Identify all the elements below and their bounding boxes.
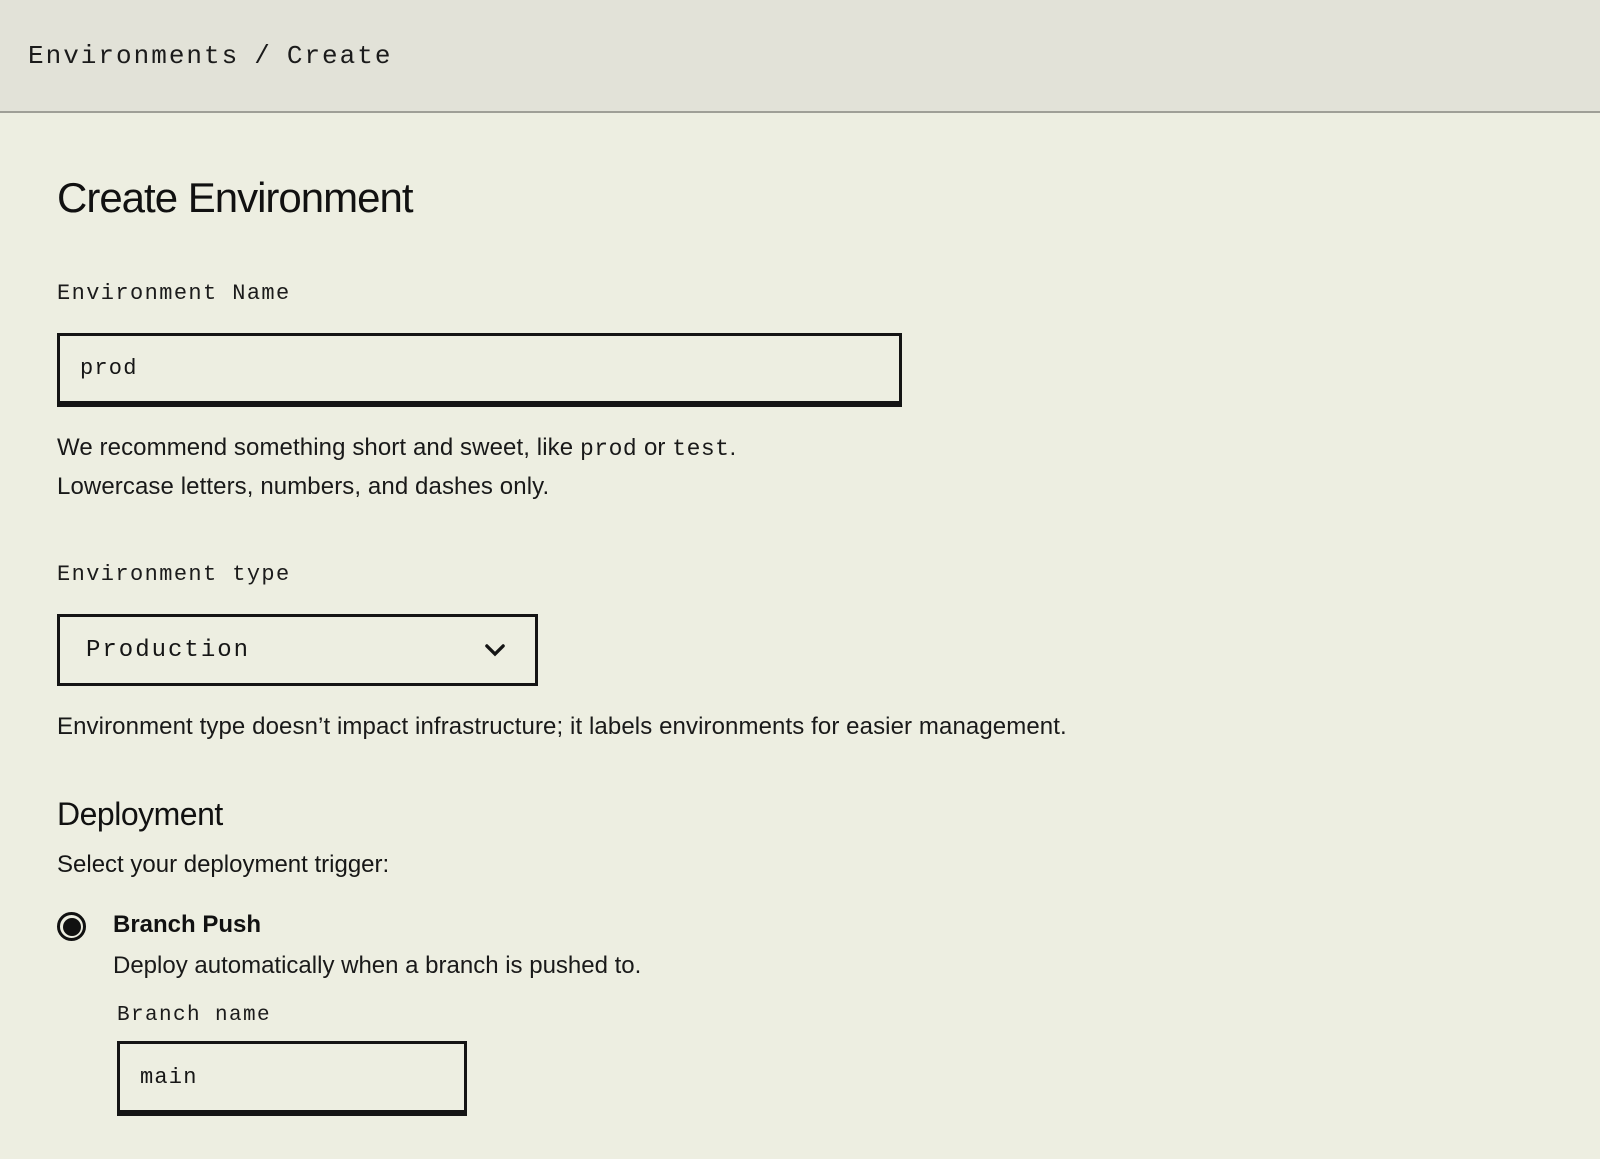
environment-type-field: Environment type Production Environment … (57, 562, 1543, 746)
branch-push-label[interactable]: Branch Push (113, 910, 641, 940)
environment-type-label: Environment type (57, 562, 1543, 588)
branch-push-option-text: Branch Push Deploy automatically when a … (113, 910, 641, 983)
branch-name-label: Branch name (117, 1003, 1543, 1029)
deployment-section: Deployment Select your deployment trigge… (57, 796, 1543, 1116)
deployment-title: Deployment (57, 796, 1543, 832)
environment-name-help: We recommend something short and sweet, … (57, 429, 1257, 506)
branch-name-input[interactable] (117, 1041, 467, 1116)
branch-push-description: Deploy automatically when a branch is pu… (113, 949, 641, 983)
chevron-down-icon (481, 636, 509, 664)
help-text-or: or (637, 434, 672, 461)
environment-name-input[interactable] (57, 333, 902, 407)
deployment-option-branch-push: Branch Push Deploy automatically when a … (57, 910, 1543, 983)
create-environment-form: Create Environment Environment Name We r… (0, 113, 1600, 1116)
environment-type-selected-value: Production (86, 637, 250, 664)
help-text: We recommend something short and sweet, … (57, 434, 580, 461)
help-text-period: . (729, 434, 736, 461)
breadcrumb-separator: / (254, 41, 272, 71)
breadcrumb: Environments / Create (28, 41, 392, 71)
environment-name-help-line2: Lowercase letters, numbers, and dashes o… (57, 473, 549, 500)
page-title: Create Environment (57, 177, 1543, 219)
environment-name-field: Environment Name We recommend something … (57, 281, 1543, 506)
branch-push-radio[interactable] (57, 912, 86, 941)
breadcrumb-bar: Environments / Create (0, 0, 1600, 113)
environment-type-help: Environment type doesn’t impact infrastr… (57, 708, 1257, 746)
help-code-test: test (672, 436, 729, 462)
deployment-intro: Select your deployment trigger: (57, 846, 1543, 884)
environment-name-label: Environment Name (57, 281, 1543, 307)
branch-name-field: Branch name (117, 1003, 1543, 1116)
breadcrumb-item-environments[interactable]: Environments (28, 41, 239, 71)
environment-type-select[interactable]: Production (57, 614, 538, 686)
breadcrumb-item-create: Create (287, 41, 393, 71)
help-code-prod: prod (580, 436, 637, 462)
